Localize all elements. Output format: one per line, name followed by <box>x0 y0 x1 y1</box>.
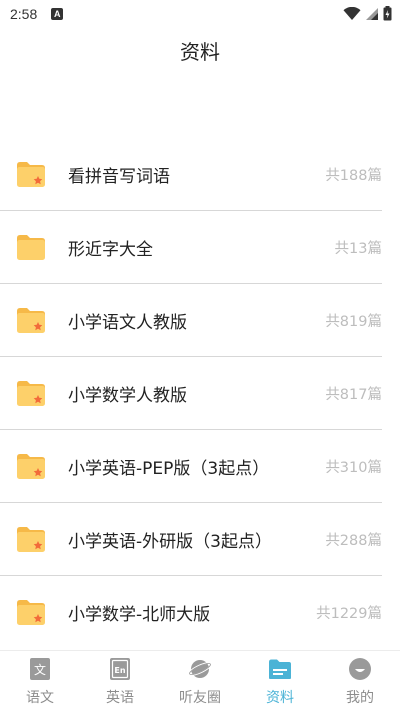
tab-chinese[interactable]: 文 语文 <box>0 651 80 711</box>
folder-icon <box>17 235 45 260</box>
item-count: 共288篇 <box>325 533 382 549</box>
list-item[interactable]: 小学语文人教版 共819篇 <box>0 284 400 357</box>
notification-icon: A <box>51 8 64 20</box>
bottom-tab-bar: 文 语文 En 英语 听友圈 资料 我的 <box>0 650 400 711</box>
wifi-icon <box>343 6 361 20</box>
tab-label: 我的 <box>346 690 374 706</box>
tab-english[interactable]: En 英语 <box>80 651 160 711</box>
item-label: 小学数学-北师大版 <box>68 605 211 625</box>
tab-label: 英语 <box>106 690 134 706</box>
tab-materials[interactable]: 资料 <box>240 651 320 711</box>
svg-text:En: En <box>114 666 125 675</box>
list-item[interactable]: 看拼音写词语 共188篇 <box>0 138 400 211</box>
item-count: 共1229篇 <box>316 606 382 622</box>
item-label: 小学语文人教版 <box>68 313 187 333</box>
item-label: 小学英语-外研版（3起点） <box>68 532 272 552</box>
list-item[interactable]: 小学数学-北师大版 共1229篇 <box>0 576 400 649</box>
battery-icon <box>383 6 392 21</box>
list-item[interactable]: 小学数学人教版 共817篇 <box>0 357 400 430</box>
tab-label: 资料 <box>266 690 294 706</box>
tab-label: 听友圈 <box>179 690 221 706</box>
folder-star-icon <box>17 527 45 552</box>
folder-tab-icon <box>267 656 293 682</box>
status-time: 2:58 <box>10 6 38 22</box>
folder-star-icon <box>17 162 45 187</box>
svg-text:文: 文 <box>34 662 46 677</box>
signal-icon <box>366 7 378 20</box>
folder-star-icon <box>17 600 45 625</box>
list-item[interactable]: 小学英语-外研版（3起点） 共288篇 <box>0 503 400 576</box>
item-count: 共819篇 <box>325 314 382 330</box>
page-title: 资料 <box>180 40 220 64</box>
tab-community[interactable]: 听友圈 <box>160 651 240 711</box>
english-book-icon: En <box>107 656 133 682</box>
item-count: 共188篇 <box>325 168 382 184</box>
item-label: 形近字大全 <box>68 240 153 260</box>
resource-list: 看拼音写词语 共188篇 形近字大全 共13篇 小学语文人教版 共819篇 小学… <box>0 138 400 649</box>
status-icons <box>343 6 392 21</box>
list-item[interactable]: 小学英语-PEP版（3起点） 共310篇 <box>0 430 400 503</box>
tab-profile[interactable]: 我的 <box>320 651 400 711</box>
item-count: 共13篇 <box>334 241 382 257</box>
item-count: 共310篇 <box>325 460 382 476</box>
tab-label: 语文 <box>26 690 54 706</box>
item-label: 小学数学人教版 <box>68 386 187 406</box>
planet-icon <box>187 656 213 682</box>
item-label: 小学英语-PEP版（3起点） <box>68 459 270 479</box>
item-label: 看拼音写词语 <box>68 167 170 187</box>
list-item[interactable]: 形近字大全 共13篇 <box>0 211 400 284</box>
folder-star-icon <box>17 308 45 333</box>
profile-icon <box>347 656 373 682</box>
status-bar: 2:58 A <box>0 0 400 28</box>
folder-star-icon <box>17 381 45 406</box>
folder-star-icon <box>17 454 45 479</box>
chinese-book-icon: 文 <box>27 656 53 682</box>
item-count: 共817篇 <box>325 387 382 403</box>
